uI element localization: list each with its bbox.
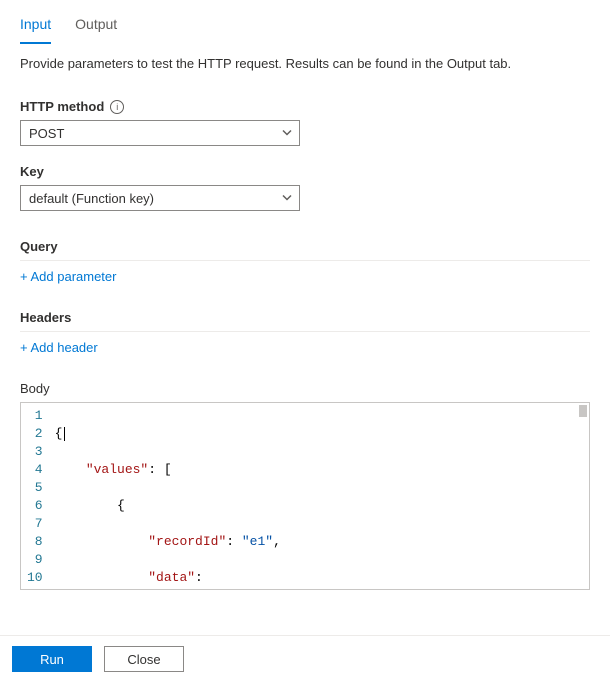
- line-number-gutter: 1 2 3 4 5 6 7 8 9 10: [21, 403, 53, 589]
- body-label: Body: [20, 381, 590, 396]
- info-icon[interactable]: i: [110, 100, 124, 114]
- tabs: Input Output: [0, 0, 610, 44]
- close-button[interactable]: Close: [104, 646, 184, 672]
- run-button[interactable]: Run: [12, 646, 92, 672]
- tab-input[interactable]: Input: [20, 10, 51, 44]
- query-section-header: Query: [20, 229, 590, 261]
- key-select[interactable]: default (Function key): [20, 185, 300, 211]
- add-parameter-link[interactable]: + Add parameter: [20, 269, 116, 284]
- add-header-link[interactable]: + Add header: [20, 340, 98, 355]
- footer-actions: Run Close: [0, 635, 610, 682]
- description-text: Provide parameters to test the HTTP requ…: [0, 44, 610, 87]
- headers-section-header: Headers: [20, 300, 590, 332]
- key-label: Key: [20, 164, 590, 179]
- code-content[interactable]: { "values": [ { "recordId": "e1", "data"…: [53, 403, 589, 589]
- body-code-editor[interactable]: 1 2 3 4 5 6 7 8 9 10 { "values": [ { "re…: [20, 402, 590, 590]
- http-method-select[interactable]: POST: [20, 120, 300, 146]
- scrollbar-indicator[interactable]: [579, 405, 587, 417]
- http-method-label: HTTP method i: [20, 99, 590, 114]
- tab-output[interactable]: Output: [75, 10, 117, 44]
